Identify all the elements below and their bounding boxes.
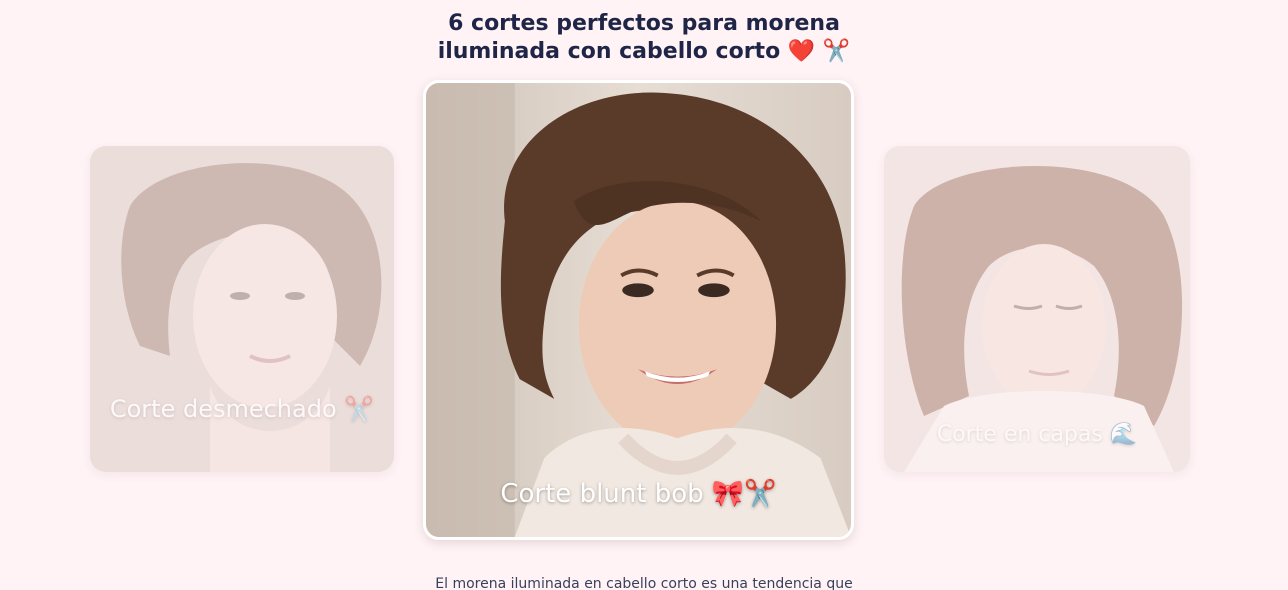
page-title: 6 cortes perfectos para morena iluminada…	[0, 10, 1288, 66]
page-title-line-1: 6 cortes perfectos para morena	[448, 11, 840, 36]
card-caption: Corte blunt bob 🎀✂️	[500, 479, 777, 509]
card-caption: Corte en capas 🌊	[936, 422, 1138, 447]
woman-short-messy-hair-photo	[90, 146, 394, 472]
heart-scissors-emoji: ❤️ ✂️	[787, 39, 851, 64]
page-title-line-2: iluminada con cabello corto ❤️ ✂️	[437, 39, 851, 64]
carousel-card-blunt-bob[interactable]: Corte blunt bob 🎀✂️	[423, 80, 854, 540]
card-caption: Corte desmechado ✂️	[109, 395, 375, 423]
carousel-card-en-capas[interactable]: Corte en capas 🌊	[884, 146, 1190, 472]
woman-curly-bob-photo	[426, 83, 851, 537]
intro-paragraph: El morena iluminada en cabello corto es …	[435, 576, 853, 590]
carousel-card-desmechado[interactable]: Corte desmechado ✂️	[90, 146, 394, 472]
